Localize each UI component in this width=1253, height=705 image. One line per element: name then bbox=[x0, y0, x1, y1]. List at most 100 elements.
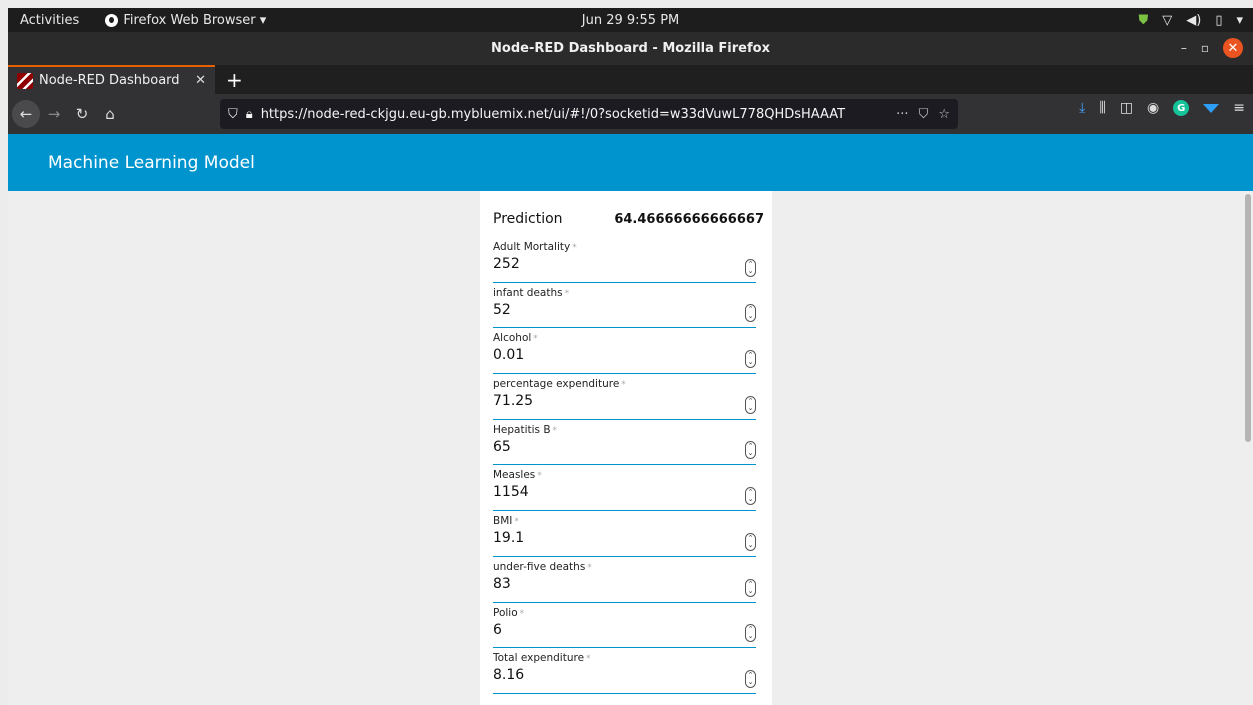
number-stepper-icon[interactable]: ⌃ ⌄ bbox=[745, 304, 756, 323]
required-mark: * bbox=[621, 380, 626, 391]
field-label-text: Polio bbox=[493, 606, 518, 619]
number-input-field[interactable]: Hepatitis B * 65 ⌃ ⌄ bbox=[493, 420, 764, 466]
tracking-protection-icon[interactable]: ⛉ bbox=[228, 107, 238, 122]
clock[interactable]: Jun 29 9:55 PM bbox=[582, 13, 680, 28]
navigation-bar: ← → ↻ ⌂ ⛉ 🔒︎ https://node-red-ckjgu.eu-g… bbox=[8, 94, 1253, 134]
number-input-field[interactable]: Measles * 1154 ⌃ ⌄ bbox=[493, 465, 764, 512]
number-stepper-icon[interactable]: ⌃ ⌄ bbox=[745, 624, 756, 643]
number-input-field[interactable]: percentage expenditure * 71.25 ⌃ ⌄ bbox=[493, 374, 764, 420]
number-input-field[interactable]: Adult Mortality * 252 ⌃ ⌄ bbox=[493, 237, 764, 283]
wifi-icon[interactable]: ▽ bbox=[1162, 13, 1172, 28]
close-tab-icon[interactable]: ✕ bbox=[195, 73, 206, 88]
number-stepper-icon[interactable]: ⌃ ⌄ bbox=[745, 350, 756, 369]
field-label-text: Alcohol bbox=[493, 332, 532, 345]
field-value[interactable]: 52 bbox=[493, 302, 764, 318]
field-label-text: percentage expenditure bbox=[493, 378, 620, 391]
tab-node-red-dashboard[interactable]: Node-RED Dashboard ✕ bbox=[8, 65, 215, 94]
grammarly-icon[interactable]: G bbox=[1173, 100, 1190, 116]
field-label-text: BMI bbox=[493, 515, 513, 528]
field-value[interactable]: 19.1 bbox=[493, 530, 764, 546]
node-red-favicon-icon bbox=[17, 72, 33, 89]
url-bar[interactable]: ⛉ 🔒︎ https://node-red-ckjgu.eu-gb.myblue… bbox=[220, 99, 958, 129]
system-tray[interactable]: ⛊ ▽ ◀) ▯ ▾ bbox=[1138, 13, 1243, 28]
account-icon[interactable]: ◉ bbox=[1147, 100, 1159, 116]
field-value[interactable]: 6 bbox=[493, 622, 764, 638]
field-label: percentage expenditure * bbox=[493, 374, 764, 390]
number-input-field[interactable]: Alcohol * 0.01 ⌃ ⌄ bbox=[493, 328, 764, 375]
required-mark: * bbox=[564, 288, 570, 299]
field-label: Measles * bbox=[493, 465, 764, 481]
pocket-icon[interactable]: ⛉ bbox=[919, 107, 929, 122]
number-stepper-icon[interactable]: ⌃ ⌄ bbox=[745, 487, 756, 506]
number-input-field[interactable]: infant deaths * 52 ⌃ ⌄ bbox=[493, 283, 764, 329]
sidebar-icon[interactable]: ◫ bbox=[1120, 100, 1133, 116]
field-label-text: infant deaths bbox=[493, 286, 563, 299]
lock-icon[interactable]: 🔒︎ bbox=[246, 107, 253, 122]
system-top-bar: Activities Firefox Web Browser ▾ Jun 29 … bbox=[8, 8, 1253, 32]
field-value[interactable]: 1154 bbox=[493, 484, 764, 500]
tab-strip: Node-RED Dashboard ✕ + bbox=[8, 65, 1253, 94]
shield-icon[interactable]: ⛊ bbox=[1138, 13, 1148, 28]
downloads-icon[interactable]: ⤓ bbox=[1079, 100, 1085, 116]
field-value[interactable]: 71.25 bbox=[493, 393, 764, 409]
field-label: Polio * bbox=[493, 603, 764, 619]
field-value[interactable]: 252 bbox=[493, 256, 764, 272]
extension-icon[interactable] bbox=[1203, 103, 1220, 113]
scrollbar[interactable] bbox=[1245, 194, 1251, 442]
number-input-field[interactable]: Polio * 6 ⌃ ⌄ bbox=[493, 603, 764, 649]
field-value[interactable]: 0.01 bbox=[493, 347, 764, 363]
chevron-down-icon[interactable]: ▾ bbox=[1236, 13, 1243, 28]
field-label-text: Hepatitis B bbox=[493, 423, 551, 436]
dashboard-title: Machine Learning Model bbox=[48, 152, 255, 173]
activities-button[interactable]: Activities bbox=[8, 13, 91, 28]
number-stepper-icon[interactable]: ⌃ ⌄ bbox=[745, 441, 756, 460]
field-label-text: Measles bbox=[493, 469, 536, 482]
number-input-field[interactable]: BMI * 19.1 ⌃ ⌄ bbox=[493, 511, 764, 557]
forward-button[interactable]: → bbox=[40, 100, 68, 128]
toolbar-right: ⤓ ⫼ ◫ ◉ G ≡ bbox=[1079, 100, 1245, 116]
form-card: Prediction 64.46666666666667 Adult Morta… bbox=[480, 191, 772, 705]
app-menu[interactable]: Firefox Web Browser ▾ bbox=[105, 13, 266, 28]
menu-icon[interactable]: ≡ bbox=[1233, 100, 1245, 116]
required-mark: * bbox=[586, 654, 591, 665]
field-value[interactable]: 65 bbox=[493, 439, 764, 455]
number-input-field[interactable]: Total expenditure * 8.16 ⌃ ⌄ bbox=[493, 648, 764, 694]
library-icon[interactable]: ⫼ bbox=[1099, 100, 1105, 116]
required-mark: * bbox=[552, 425, 558, 436]
number-stepper-icon[interactable]: ⌃ ⌄ bbox=[745, 532, 756, 551]
page-actions-icon[interactable]: ··· bbox=[896, 107, 908, 122]
prediction-label: Prediction bbox=[493, 211, 563, 227]
field-label: Adult Mortality * bbox=[493, 237, 764, 253]
new-tab-button[interactable]: + bbox=[215, 66, 254, 94]
window-title: Node-RED Dashboard - Mozilla Firefox bbox=[491, 41, 770, 56]
reload-button[interactable]: ↻ bbox=[68, 100, 96, 128]
number-stepper-icon[interactable]: ⌃ ⌄ bbox=[745, 578, 756, 597]
back-button[interactable]: ← bbox=[12, 100, 40, 128]
field-label: Total expenditure * bbox=[493, 648, 764, 664]
field-underline bbox=[493, 692, 756, 694]
home-button[interactable]: ⌂ bbox=[96, 100, 124, 128]
number-stepper-icon[interactable]: ⌃ ⌄ bbox=[745, 258, 756, 277]
field-label-text: under-five deaths bbox=[493, 560, 586, 573]
dashboard-header: Machine Learning Model bbox=[8, 134, 1253, 191]
prediction-row: Prediction 64.46666666666667 bbox=[493, 201, 764, 237]
minimize-button[interactable]: – bbox=[1181, 41, 1187, 55]
bookmark-star-icon[interactable]: ☆ bbox=[938, 107, 950, 122]
app-menu-label: Firefox Web Browser ▾ bbox=[123, 12, 267, 28]
number-stepper-icon[interactable]: ⌃ ⌄ bbox=[745, 669, 756, 688]
number-stepper-icon[interactable]: ⌃ ⌄ bbox=[745, 395, 756, 414]
firefox-icon bbox=[105, 13, 119, 27]
field-value[interactable]: 8.16 bbox=[493, 667, 764, 683]
battery-icon[interactable]: ▯ bbox=[1215, 13, 1222, 28]
field-value[interactable]: 83 bbox=[493, 576, 764, 592]
maximize-button[interactable]: ▫ bbox=[1201, 41, 1209, 55]
number-input-field[interactable]: under-five deaths * 83 ⌃ ⌄ bbox=[493, 557, 764, 603]
tab-title: Node-RED Dashboard bbox=[39, 73, 180, 88]
required-mark: * bbox=[519, 608, 525, 619]
url-text[interactable]: https://node-red-ckjgu.eu-gb.mybluemix.n… bbox=[261, 107, 888, 122]
field-label: Hepatitis B * bbox=[493, 420, 764, 436]
page-content: Machine Learning Model Prediction 64.466… bbox=[8, 134, 1253, 705]
required-mark: * bbox=[572, 243, 577, 253]
volume-icon[interactable]: ◀) bbox=[1186, 13, 1201, 28]
close-window-button[interactable]: ✕ bbox=[1223, 38, 1243, 58]
